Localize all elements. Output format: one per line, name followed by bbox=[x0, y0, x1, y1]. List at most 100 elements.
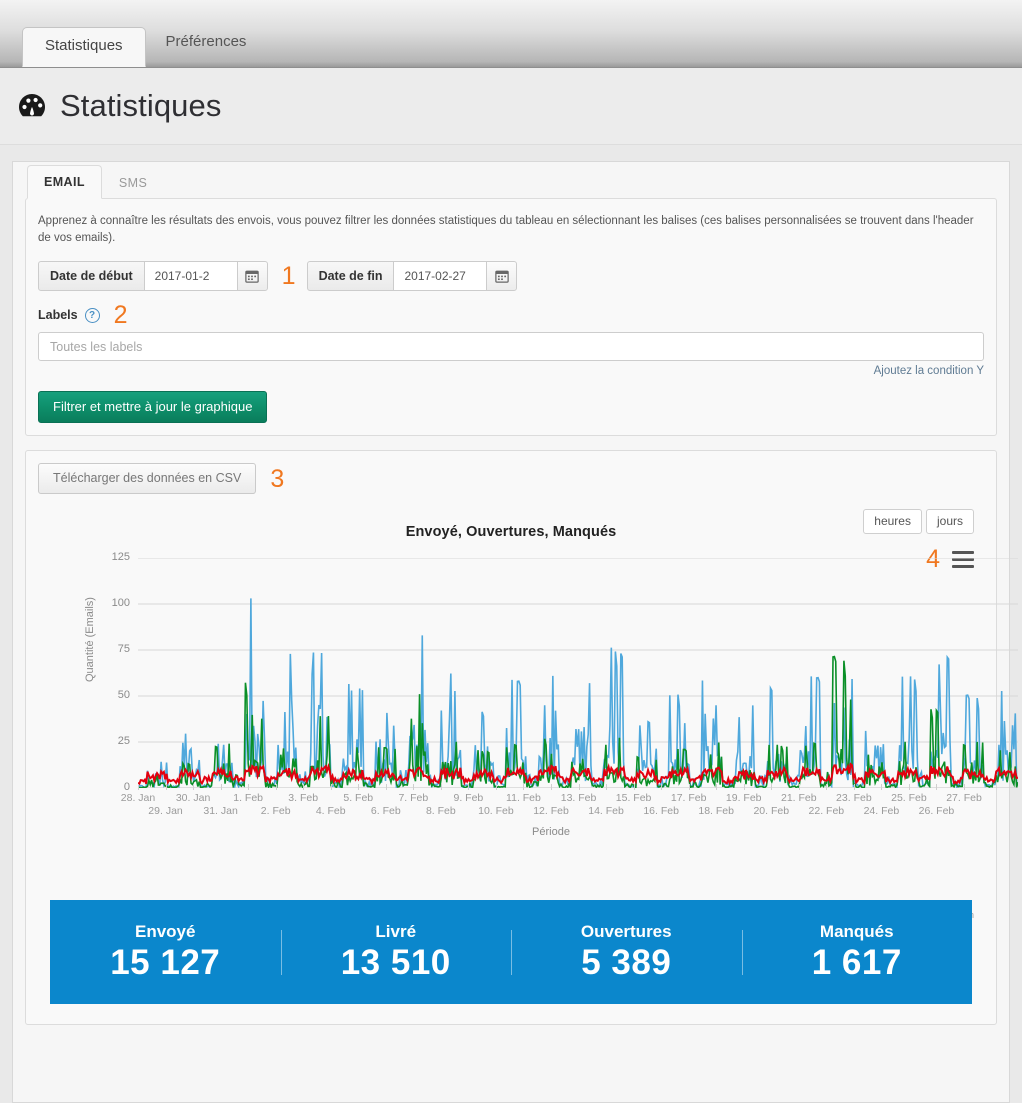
stat-value: 1 617 bbox=[811, 942, 902, 982]
x-axis-tick bbox=[853, 784, 855, 790]
labels-input[interactable]: Toutes les labels bbox=[38, 332, 984, 361]
stat-label: Manqués bbox=[819, 921, 894, 941]
x-axis-tick-label: 20. Feb bbox=[753, 805, 790, 817]
x-axis-tick bbox=[468, 784, 470, 790]
calendar-icon bbox=[495, 270, 509, 283]
x-axis-tick bbox=[138, 784, 139, 790]
stat-label: Livré bbox=[375, 921, 417, 941]
x-axis-tick bbox=[358, 784, 360, 790]
x-axis-tick-label: 22. Feb bbox=[808, 805, 845, 817]
nav-tab-preferences[interactable]: Préférences bbox=[146, 24, 267, 61]
stat-value: 15 127 bbox=[110, 942, 221, 982]
statistics-panel: EMAIL SMS Apprenez à connaître les résul… bbox=[12, 161, 1010, 1103]
x-axis-tick-label: 12. Feb bbox=[533, 805, 569, 817]
csv-row: Télécharger des données en CSV 3 bbox=[38, 463, 984, 494]
add-condition-link[interactable]: Ajoutez la condition Y bbox=[38, 365, 984, 377]
x-axis-tick-label: 13. Feb bbox=[560, 792, 597, 804]
stats-summary-bar: Envoyé 15 127 Livré 13 510 Ouvertures 5 … bbox=[50, 900, 972, 1004]
x-axis-tick bbox=[220, 784, 222, 790]
start-date-calendar-button[interactable] bbox=[236, 261, 268, 291]
range-button-heures[interactable]: heures bbox=[863, 509, 922, 534]
x-axis-tick bbox=[964, 784, 965, 790]
x-axis-tick-label: 24. Feb bbox=[863, 805, 900, 817]
x-axis-tick-label: 15. Feb bbox=[615, 792, 652, 804]
x-axis-tick-label: 1. Feb bbox=[233, 792, 264, 804]
top-navigation-bar: Statistiques Préférences bbox=[0, 0, 1022, 68]
x-axis-tick-label: 26. Feb bbox=[918, 805, 955, 817]
tab-email[interactable]: EMAIL bbox=[27, 165, 102, 199]
x-axis-tick bbox=[193, 784, 195, 790]
x-axis-tick-label: 29. Jan bbox=[148, 805, 183, 817]
stat-value: 13 510 bbox=[340, 942, 451, 982]
chart-series-manqués bbox=[138, 764, 1018, 784]
dashboard-icon bbox=[19, 94, 45, 117]
x-axis-tick-label: 17. Feb bbox=[670, 792, 707, 804]
tab-sms[interactable]: SMS bbox=[102, 167, 164, 198]
download-csv-button[interactable]: Télécharger des données en CSV bbox=[38, 463, 257, 494]
question-mark-icon[interactable]: ? bbox=[84, 307, 100, 323]
y-axis-tick-label: 75 bbox=[117, 643, 130, 655]
x-axis-tick-label: 21. Feb bbox=[780, 792, 817, 804]
y-axis-tick-label: 50 bbox=[117, 689, 130, 701]
stat-label: Ouvertures bbox=[580, 921, 672, 941]
x-axis-tick-label: 8. Feb bbox=[425, 805, 456, 817]
x-axis-tick-label: 18. Feb bbox=[698, 805, 734, 817]
x-axis-tick bbox=[275, 784, 277, 790]
channel-tabs: EMAIL SMS bbox=[13, 162, 1009, 199]
x-axis-tick-label: 27. Feb bbox=[946, 792, 982, 804]
end-date-calendar-button[interactable] bbox=[486, 261, 518, 291]
stat-livre: Livré 13 510 bbox=[280, 921, 512, 983]
x-axis-tick bbox=[688, 784, 690, 790]
start-date-input[interactable]: 2017-01-2 bbox=[144, 261, 237, 291]
x-axis-tick-label: 16. Feb bbox=[643, 805, 679, 817]
x-axis-tick bbox=[661, 784, 663, 790]
stat-ouvertures: Ouvertures 5 389 bbox=[511, 922, 742, 983]
x-axis-tick-label: 23. Feb bbox=[836, 792, 872, 804]
x-axis-tick bbox=[908, 784, 910, 790]
x-axis-tick bbox=[606, 784, 608, 790]
end-date-label: Date de fin bbox=[306, 261, 395, 291]
stat-manques: Manqués 1 617 bbox=[741, 921, 973, 983]
labels-row: Labels ? 2 bbox=[38, 303, 984, 328]
x-axis-tick bbox=[771, 784, 773, 790]
start-date-group: Date de début 2017-01-2 bbox=[38, 261, 268, 291]
page-header: Statistiques bbox=[0, 68, 1022, 145]
y-axis-ticks: 0 25 50 75 100 125 bbox=[96, 551, 130, 793]
x-axis-tick-label: 3. Feb bbox=[288, 792, 319, 804]
x-axis-tick-label: 4. Feb bbox=[315, 805, 346, 817]
x-axis-title: Période bbox=[532, 826, 570, 838]
x-axis-tick-label: 6. Feb bbox=[370, 805, 401, 817]
x-axis-tick bbox=[523, 784, 525, 790]
x-axis-tick bbox=[165, 784, 167, 790]
chart-title: Envoyé, Ouvertures, Manqués bbox=[405, 524, 617, 540]
x-axis-tick bbox=[551, 784, 552, 790]
y-axis-tick-label: 125 bbox=[111, 551, 130, 563]
x-axis-tick-label: 30. Jan bbox=[175, 792, 211, 804]
x-axis-tick bbox=[716, 784, 718, 790]
x-axis: Période 28. Jan 29. Jan 30. Jan 31. Jan 1. F… bbox=[121, 784, 982, 838]
range-button-jours[interactable]: jours bbox=[925, 509, 974, 534]
chart-series-envoyé bbox=[138, 598, 1018, 787]
chart-svg bbox=[138, 558, 1018, 788]
x-axis-tick-label: 28. Jan bbox=[120, 792, 156, 804]
nav-tab-statistiques[interactable]: Statistiques bbox=[22, 27, 146, 67]
page-title: Statistiques bbox=[60, 88, 222, 123]
start-date-label: Date de début bbox=[38, 261, 145, 291]
x-axis-tick bbox=[248, 784, 250, 790]
x-axis-tick-label: 5. Feb bbox=[343, 792, 374, 804]
end-date-input[interactable]: 2017-02-27 bbox=[394, 261, 487, 291]
x-axis-tick-label: 9. Feb bbox=[453, 792, 484, 804]
end-date-group: Date de fin 2017-02-27 bbox=[306, 261, 518, 291]
chart-series-ouvertures bbox=[138, 657, 1018, 788]
filter-update-button[interactable]: Filtrer et mettre à jour le graphique bbox=[38, 391, 268, 423]
x-axis-tick bbox=[881, 784, 883, 790]
x-axis-tick bbox=[413, 784, 415, 790]
x-axis-tick bbox=[303, 784, 305, 790]
x-axis-tick bbox=[743, 784, 745, 790]
filter-card: Apprenez à connaître les résultats des e… bbox=[25, 198, 997, 436]
x-axis-tick bbox=[330, 784, 332, 790]
chart-plot-area: Quantité (Emails) 0 25 50 75 100 125 Période … bbox=[38, 551, 984, 858]
x-axis-tick-label: 7. Feb bbox=[398, 792, 429, 804]
x-axis-tick-label: 19. Feb bbox=[725, 792, 762, 804]
x-axis-tick bbox=[495, 784, 497, 790]
